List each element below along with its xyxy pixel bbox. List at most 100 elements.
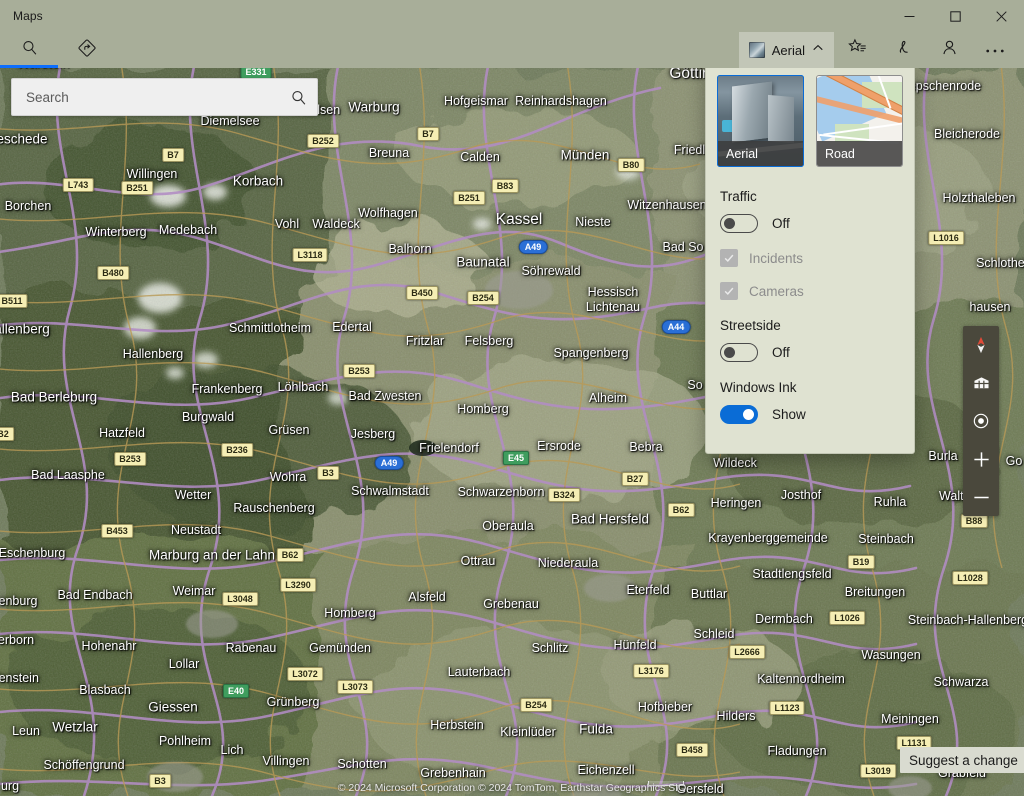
road-shield: B252 bbox=[307, 134, 339, 148]
aerial-thumb-icon bbox=[748, 42, 765, 58]
ink-pen-icon bbox=[894, 38, 913, 62]
map-controls[interactable] bbox=[963, 326, 999, 516]
map-attribution: © 2024 Microsoft Corporation © 2024 TomT… bbox=[337, 782, 687, 794]
road-shield: L1028 bbox=[952, 571, 988, 585]
map-style-road[interactable]: Road bbox=[816, 75, 903, 167]
traffic-toggle-label: Off bbox=[772, 216, 790, 231]
search-icon[interactable] bbox=[279, 79, 317, 115]
map-style-button-label: Aerial bbox=[771, 42, 805, 58]
ink-button[interactable] bbox=[880, 32, 926, 68]
title-bar: Maps bbox=[0, 0, 1024, 32]
command-bar[interactable]: Aerial bbox=[0, 32, 1024, 68]
suggest-a-change-button[interactable]: Suggest a change bbox=[900, 747, 1024, 773]
app-title: Maps bbox=[13, 9, 43, 23]
streetside-section-title: Streetside bbox=[720, 318, 781, 333]
incidents-label: Incidents bbox=[749, 250, 804, 266]
road-shield: B251 bbox=[121, 181, 153, 195]
road-shield: B480 bbox=[97, 266, 129, 280]
road-shield: B253 bbox=[343, 364, 375, 378]
traffic-section-title: Traffic bbox=[720, 189, 757, 204]
directions-tool-button[interactable] bbox=[58, 32, 116, 68]
road-shield: L3048 bbox=[222, 592, 258, 606]
incidents-checkbox bbox=[720, 249, 738, 267]
more-options-button[interactable] bbox=[972, 32, 1018, 68]
streetside-toggle-label: Off bbox=[772, 345, 790, 360]
road-shield: B62 bbox=[276, 548, 304, 562]
compass-north-icon[interactable] bbox=[963, 326, 999, 364]
zoom-in-button[interactable] bbox=[963, 440, 999, 478]
search-icon bbox=[21, 39, 38, 61]
close-button[interactable] bbox=[978, 0, 1024, 32]
road-shield: B88 bbox=[960, 514, 988, 528]
road-shield: B3 bbox=[317, 466, 339, 480]
window-controls[interactable] bbox=[886, 0, 1024, 32]
road-shield: B453 bbox=[101, 524, 133, 538]
road-shield: L3072 bbox=[287, 667, 323, 681]
favorites-icon bbox=[847, 38, 867, 62]
map-style-options[interactable]: Aerial Road bbox=[706, 75, 914, 167]
road-shield: B254 bbox=[467, 291, 499, 305]
road-shield: E45 bbox=[502, 451, 530, 465]
road-shield: B83 bbox=[491, 179, 519, 193]
account-button[interactable] bbox=[926, 32, 972, 68]
road-shield: B7 bbox=[417, 127, 439, 141]
windows-ink-toggle-label: Show bbox=[772, 407, 806, 422]
minimize-button[interactable] bbox=[886, 0, 932, 32]
road-shield: B62 bbox=[667, 503, 695, 517]
road-shield: A49 bbox=[518, 240, 548, 254]
road-shield: B253 bbox=[114, 452, 146, 466]
streetside-toggle[interactable] bbox=[720, 343, 758, 362]
road-shield: L743 bbox=[62, 178, 94, 192]
road-shield: B254 bbox=[520, 698, 552, 712]
road-shield: B7 bbox=[162, 148, 184, 162]
road-shield: B458 bbox=[676, 743, 708, 757]
my-location-icon[interactable] bbox=[963, 402, 999, 440]
road-shield: B19 bbox=[847, 555, 875, 569]
map-style-button[interactable]: Aerial bbox=[738, 32, 834, 68]
road-shield: B2 bbox=[0, 427, 14, 441]
road-shield: L3290 bbox=[280, 578, 316, 592]
road-shield: B236 bbox=[221, 443, 253, 457]
map-style-flyout[interactable]: Aerial Road Traffic Off Incidents Camera… bbox=[705, 62, 915, 454]
road-shield: A44 bbox=[661, 320, 691, 334]
road-shield: B324 bbox=[548, 488, 580, 502]
search-input[interactable] bbox=[12, 89, 279, 105]
traffic-toggle-row[interactable]: Off bbox=[706, 214, 914, 233]
streetside-toggle-row[interactable]: Off bbox=[706, 343, 914, 362]
road-shield: B27 bbox=[621, 472, 649, 486]
favorites-button[interactable] bbox=[834, 32, 880, 68]
windows-ink-toggle-row[interactable]: Show bbox=[706, 405, 914, 424]
search-tool-button[interactable] bbox=[0, 32, 58, 68]
road-shield: B251 bbox=[453, 191, 485, 205]
road-shield: L3073 bbox=[337, 680, 373, 694]
road-shield: B450 bbox=[406, 286, 438, 300]
cameras-label: Cameras bbox=[749, 283, 804, 299]
road-shield: L3118 bbox=[292, 248, 328, 262]
road-shield: L2666 bbox=[729, 645, 765, 659]
road-shield: L1026 bbox=[829, 611, 865, 625]
account-person-icon bbox=[940, 38, 959, 62]
chevron-up-icon bbox=[812, 41, 824, 59]
road-shield: L1016 bbox=[928, 231, 964, 245]
cameras-checkbox-row: Cameras bbox=[706, 282, 914, 300]
road-shield: L3176 bbox=[633, 664, 669, 678]
cameras-checkbox bbox=[720, 282, 738, 300]
road-shield: L3019 bbox=[860, 764, 896, 778]
search-box[interactable] bbox=[11, 78, 318, 116]
traffic-toggle[interactable] bbox=[720, 214, 758, 233]
tilt-3d-icon[interactable] bbox=[963, 364, 999, 402]
maximize-button[interactable] bbox=[932, 0, 978, 32]
map-style-aerial[interactable]: Aerial bbox=[717, 75, 804, 167]
road-shield: A49 bbox=[374, 456, 404, 470]
more-ellipsis-icon bbox=[985, 41, 1005, 59]
map-style-road-label: Road bbox=[817, 141, 902, 166]
road-shield: E40 bbox=[222, 684, 250, 698]
incidents-checkbox-row: Incidents bbox=[706, 249, 914, 267]
windows-ink-toggle[interactable] bbox=[720, 405, 758, 424]
windows-ink-section-title: Windows Ink bbox=[720, 380, 797, 395]
zoom-out-button[interactable] bbox=[963, 478, 999, 516]
road-shield: L1123 bbox=[769, 701, 805, 715]
map-style-aerial-label: Aerial bbox=[718, 141, 803, 166]
road-shield: B511 bbox=[0, 294, 28, 308]
directions-icon bbox=[78, 38, 96, 62]
